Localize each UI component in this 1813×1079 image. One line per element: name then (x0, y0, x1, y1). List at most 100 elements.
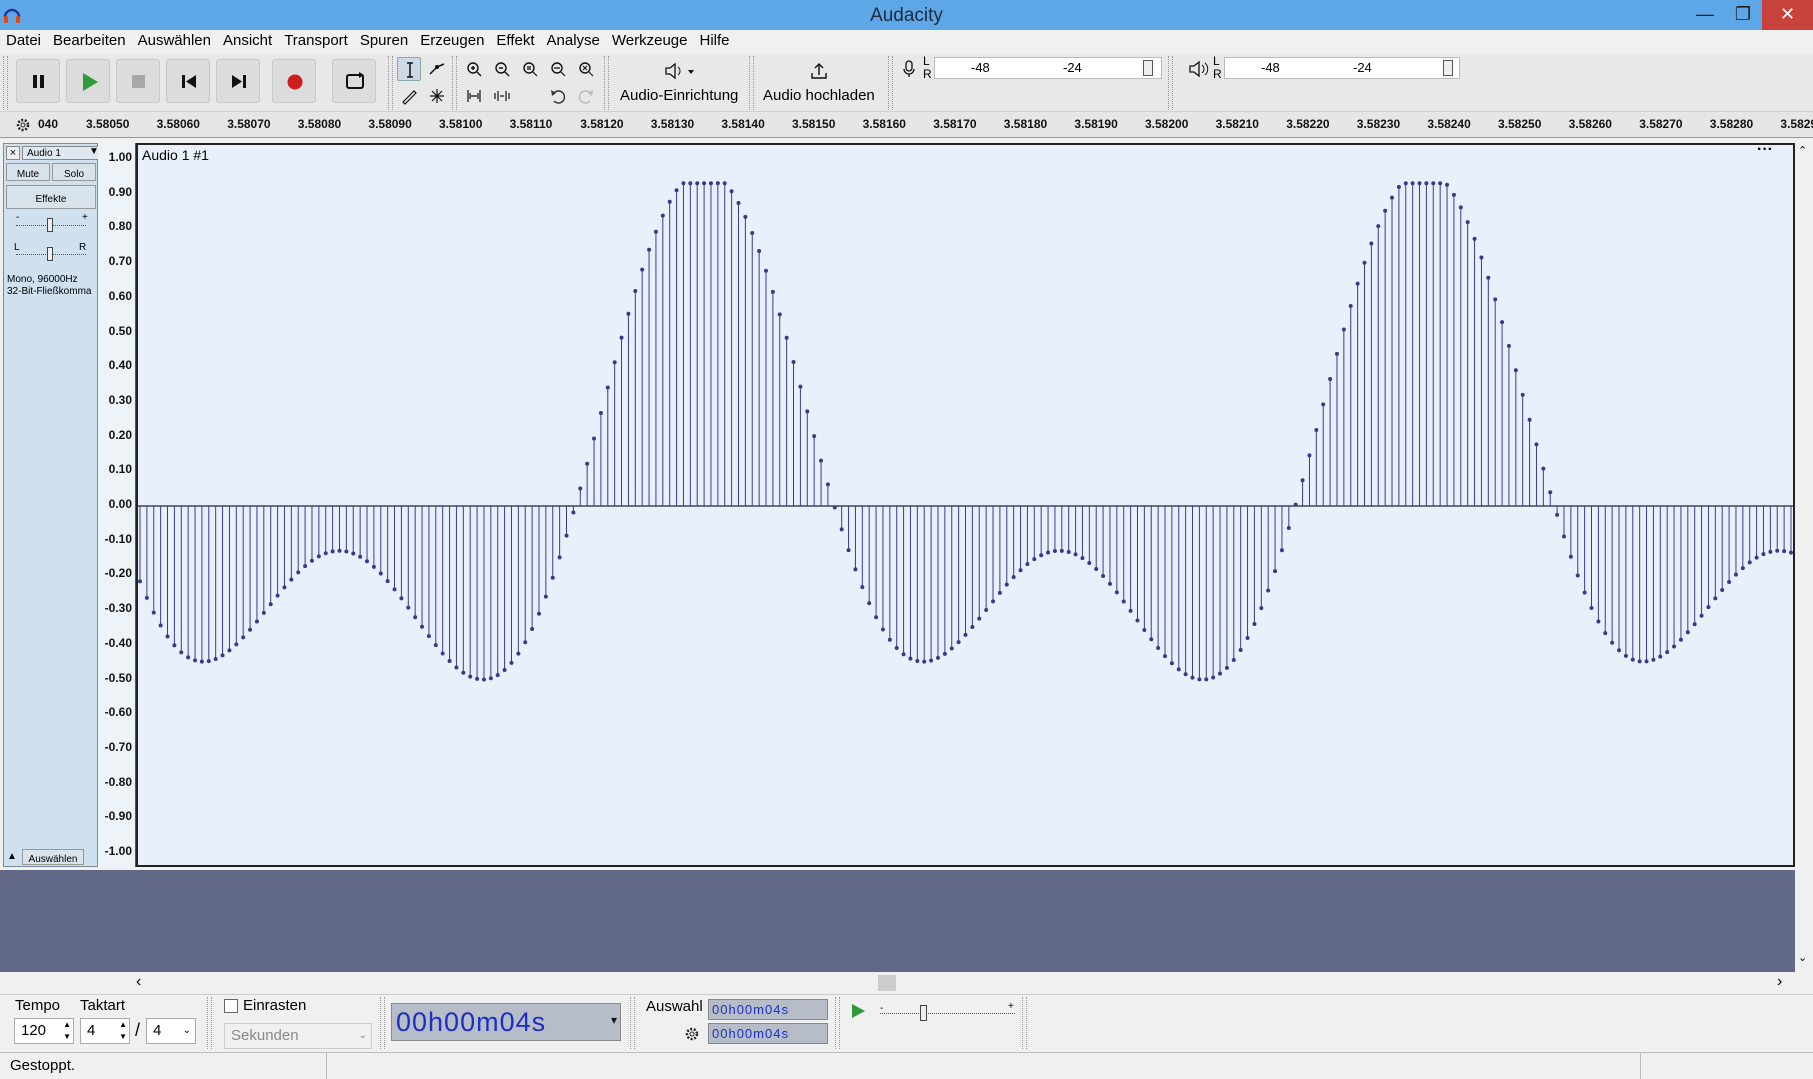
sample-point[interactable] (1582, 590, 1587, 595)
sample-point[interactable] (1658, 654, 1663, 659)
sample-point[interactable] (660, 213, 665, 218)
timeline-ruler[interactable]: 040 3.58050 3.58060 3.58070 3.58080 3.58090 3.… (0, 112, 1813, 138)
sample-point[interactable] (1575, 573, 1580, 578)
sample-point[interactable] (1465, 220, 1470, 225)
sample-point[interactable] (1513, 368, 1518, 373)
sample-point[interactable] (564, 533, 569, 538)
menu-transport[interactable]: Transport (278, 30, 354, 52)
sample-point[interactable] (743, 214, 748, 219)
sample-point[interactable] (702, 181, 707, 186)
sample-point[interactable] (1561, 534, 1566, 539)
sample-point[interactable] (750, 230, 755, 235)
sample-point[interactable] (1754, 555, 1759, 560)
sample-point[interactable] (777, 312, 782, 317)
sample-point[interactable] (880, 627, 885, 632)
toolbar-grip[interactable] (835, 997, 840, 1049)
sample-point[interactable] (1094, 566, 1099, 571)
sample-point[interactable] (420, 624, 425, 629)
sample-point[interactable] (942, 651, 947, 656)
sample-point[interactable] (812, 434, 817, 439)
sample-point[interactable] (592, 436, 597, 441)
menu-hilfe[interactable]: Hilfe (693, 30, 735, 52)
sample-point[interactable] (1259, 606, 1264, 611)
sample-point[interactable] (784, 335, 789, 340)
sample-point[interactable] (1706, 605, 1711, 610)
sample-point[interactable] (633, 289, 638, 294)
sample-point[interactable] (406, 605, 411, 610)
sample-point[interactable] (1135, 618, 1140, 623)
toolbar-grip[interactable] (388, 56, 393, 110)
sample-point[interactable] (1369, 241, 1374, 246)
sample-point[interactable] (268, 602, 273, 607)
sample-point[interactable] (736, 200, 741, 205)
tempo-input[interactable]: 120 ▲ ▼ (14, 1018, 74, 1044)
sample-point[interactable] (963, 632, 968, 637)
sample-point[interactable] (770, 289, 775, 294)
sample-point[interactable] (1018, 568, 1023, 573)
sample-point[interactable] (509, 660, 514, 665)
sample-point[interactable] (1101, 573, 1106, 578)
sample-point[interactable] (1603, 631, 1608, 636)
sample-point[interactable] (1162, 654, 1167, 659)
sample-point[interactable] (502, 668, 507, 673)
effects-button[interactable]: Effekte (6, 185, 96, 209)
sample-point[interactable] (475, 676, 480, 681)
sample-point[interactable] (1032, 557, 1037, 562)
sample-point[interactable] (1293, 502, 1298, 507)
sample-point[interactable] (1623, 653, 1628, 658)
redo-button[interactable] (574, 84, 598, 108)
sample-point[interactable] (708, 181, 713, 186)
sample-point[interactable] (1458, 205, 1463, 210)
sample-point[interactable] (1004, 582, 1009, 587)
sample-point[interactable] (289, 577, 294, 582)
sample-point[interactable] (557, 555, 562, 560)
toolbar-grip[interactable] (1022, 997, 1027, 1049)
sample-point[interactable] (1279, 548, 1284, 553)
sample-point[interactable] (764, 268, 769, 273)
gain-slider[interactable] (47, 218, 53, 232)
sample-point[interactable] (1782, 549, 1787, 554)
sample-point[interactable] (1678, 637, 1683, 642)
sample-point[interactable] (1699, 613, 1704, 618)
sample-point[interactable] (598, 411, 603, 416)
sample-point[interactable] (1273, 569, 1278, 574)
sample-point[interactable] (674, 188, 679, 193)
sample-point[interactable] (1534, 442, 1539, 447)
toolbar-grip[interactable] (888, 56, 893, 110)
close-track-button[interactable]: × (6, 146, 20, 160)
sample-point[interactable] (1334, 351, 1339, 356)
sample-point[interactable] (378, 571, 383, 576)
sample-point[interactable] (1211, 675, 1216, 680)
zoom-out-button[interactable] (490, 57, 514, 81)
audio-setup-button[interactable]: Audio-Einrichtung (612, 56, 742, 108)
sample-point[interactable] (1596, 619, 1601, 624)
rec-meter-handle[interactable] (1143, 60, 1153, 76)
sample-point[interactable] (825, 482, 830, 487)
toolbar-grip[interactable] (380, 997, 385, 1049)
sample-point[interactable] (1197, 677, 1202, 682)
sample-point[interactable] (220, 653, 225, 658)
sample-point[interactable] (688, 181, 693, 186)
sample-point[interactable] (846, 548, 851, 553)
sample-point[interactable] (330, 549, 335, 554)
menu-effekt[interactable]: Effekt (490, 30, 540, 52)
pan-slider[interactable] (47, 247, 53, 261)
sample-point[interactable] (227, 648, 232, 653)
maximize-button[interactable]: ❐ (1720, 0, 1766, 30)
sample-point[interactable] (956, 640, 961, 645)
sample-point[interactable] (667, 199, 672, 204)
sample-point[interactable] (1142, 627, 1147, 632)
play-button[interactable] (66, 59, 110, 103)
sample-point[interactable] (193, 658, 198, 663)
sample-point[interactable] (282, 585, 287, 590)
loop-button[interactable] (332, 59, 376, 103)
sample-point[interactable] (915, 658, 920, 663)
sample-point[interactable] (426, 634, 431, 639)
track-name-menu[interactable]: Audio 1 ▼ (22, 146, 102, 160)
sample-point[interactable] (1520, 392, 1525, 397)
time-display[interactable]: 00h00m04s ▾ (391, 1003, 621, 1041)
sample-point[interactable] (1087, 561, 1092, 566)
empty-track-space[interactable] (0, 870, 1795, 972)
sample-point[interactable] (199, 659, 204, 664)
sample-point[interactable] (179, 650, 184, 655)
